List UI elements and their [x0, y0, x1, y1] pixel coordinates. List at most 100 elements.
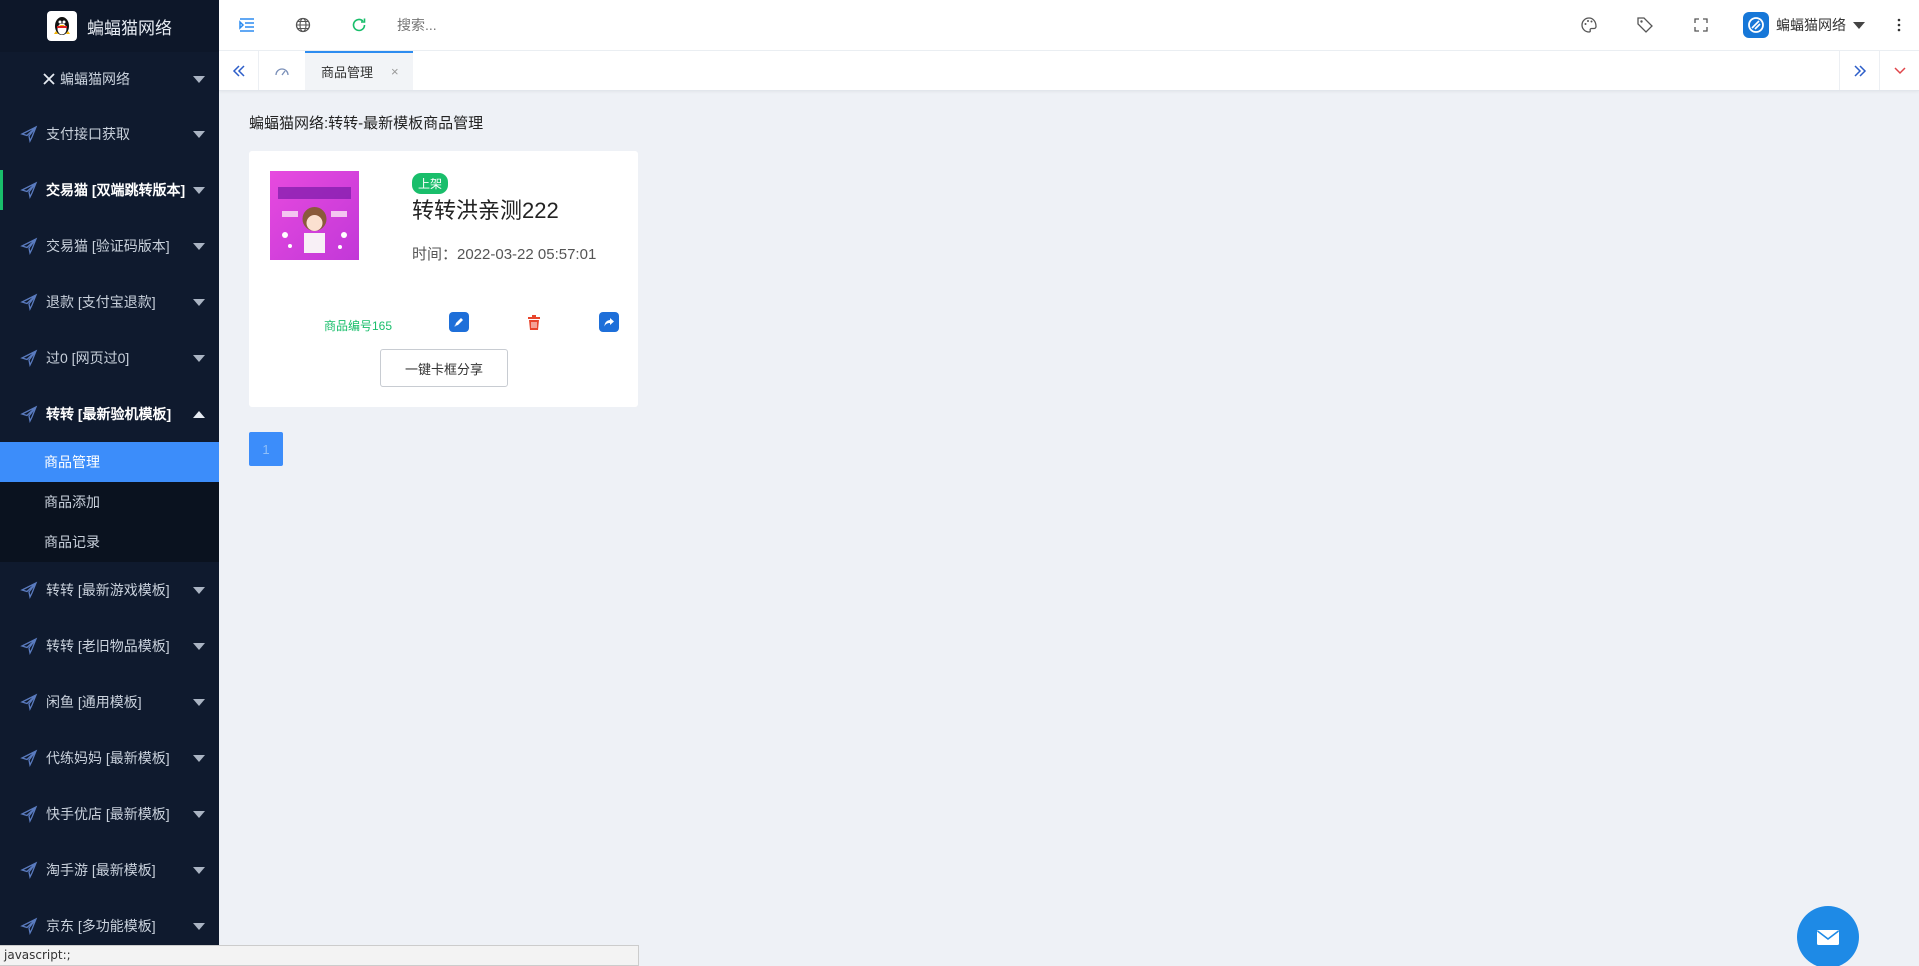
- trash-icon: [528, 315, 540, 330]
- browser-status-bar: javascript:;: [0, 945, 639, 966]
- sidebar-item-jiaoyimao-captcha[interactable]: 交易猫 [验证码版本]: [0, 218, 219, 274]
- submenu-item-product-add[interactable]: 商品添加: [0, 482, 219, 522]
- paper-plane-icon: [20, 405, 38, 423]
- sidebar-item-jiaoyimao-dual[interactable]: 交易猫 [双端跳转版本]: [0, 162, 219, 218]
- tab-bar-right: [1839, 51, 1919, 90]
- edit-button[interactable]: [449, 312, 469, 332]
- sidebar-item-label: 快手优店 [最新模板]: [46, 806, 170, 822]
- menu-toggle-button[interactable]: [219, 0, 275, 51]
- sidebar-item-taoshouyou[interactable]: 淘手游 [最新模板]: [0, 842, 219, 898]
- more-vertical-icon: [1897, 18, 1901, 32]
- theme-button[interactable]: [1561, 0, 1617, 51]
- caret-down-icon: [1853, 21, 1865, 29]
- sidebar-item-label: 支付接口获取: [46, 126, 130, 142]
- sidebar-item-label: 代练妈妈 [最新模板]: [46, 750, 170, 766]
- tag-button[interactable]: [1617, 0, 1673, 51]
- pencil-icon: [454, 318, 463, 327]
- close-x-icon: [42, 72, 56, 86]
- palette-icon: [1581, 17, 1597, 33]
- sidebar-item-payment-api[interactable]: 支付接口获取: [0, 106, 219, 162]
- caret-down-icon: [193, 586, 205, 594]
- caret-down-icon: [193, 810, 205, 818]
- product-id: 商品编号165: [324, 319, 393, 333]
- tab-close-icon[interactable]: ×: [391, 64, 399, 79]
- double-chevron-right-icon: [1853, 64, 1866, 77]
- sidebar-item-label: 过0 [网页过0]: [46, 350, 130, 366]
- caret-down-icon: [193, 866, 205, 874]
- submenu-item-product-manage[interactable]: 商品管理: [0, 442, 219, 482]
- sidebar-item-kuaishou[interactable]: 快手优店 [最新模板]: [0, 786, 219, 842]
- sidebar-item-home[interactable]: 蝙蝠猫网络: [0, 52, 219, 106]
- header-right: 蝙蝠猫网络: [1561, 0, 1919, 51]
- share-button[interactable]: [599, 312, 619, 332]
- tab-product-manage[interactable]: 商品管理 ×: [305, 51, 413, 90]
- message-fab-button[interactable]: [1797, 906, 1859, 966]
- more-button[interactable]: [1879, 0, 1919, 51]
- caret-down-icon: [193, 75, 205, 83]
- sidebar-item-zhuanzhuan-game[interactable]: 转转 [最新游戏模板]: [0, 562, 219, 618]
- user-avatar-icon: [1743, 12, 1769, 38]
- paper-plane-icon: [20, 237, 38, 255]
- top-header: 蝙蝠猫网络: [219, 0, 1919, 51]
- refresh-button[interactable]: [331, 0, 387, 51]
- paper-plane-icon: [20, 349, 38, 367]
- sidebar-item-guo0[interactable]: 过0 [网页过0]: [0, 330, 219, 386]
- tab-options-button[interactable]: [1879, 51, 1919, 90]
- product-thumbnail[interactable]: [270, 171, 359, 260]
- product-card: 上架 转转洪亲测222 时间：2022-03-22 05:57:01 商品编号1…: [249, 151, 638, 407]
- pagination-page-1[interactable]: 1: [249, 432, 283, 466]
- product-time: 时间：2022-03-22 05:57:01: [412, 246, 597, 263]
- paper-plane-icon: [20, 581, 38, 599]
- caret-down-icon: [193, 130, 205, 138]
- user-name: 蝙蝠猫网络: [1776, 17, 1846, 33]
- product-title: 转转洪亲测222: [412, 198, 559, 223]
- paper-plane-icon: [20, 293, 38, 311]
- sidebar-item-zhuanzhuan-old[interactable]: 转转 [老旧物品模板]: [0, 618, 219, 674]
- envelope-icon: [1817, 930, 1839, 945]
- sidebar-item-label: 淘手游 [最新模板]: [46, 862, 156, 878]
- dashboard-icon: [275, 67, 289, 75]
- sidebar-logo[interactable]: 蝙蝠猫网络: [0, 0, 219, 52]
- tab-home[interactable]: [259, 51, 305, 90]
- globe-icon: [295, 17, 311, 33]
- paper-plane-icon: [20, 861, 38, 879]
- sidebar-item-label: 转转 [最新游戏模板]: [46, 582, 170, 598]
- caret-down-icon: [193, 354, 205, 362]
- product-image: [270, 171, 359, 260]
- tab-scroll-right-button[interactable]: [1839, 51, 1879, 90]
- sidebar-item-xianyu[interactable]: 闲鱼 [通用模板]: [0, 674, 219, 730]
- indent-icon: [239, 18, 254, 32]
- one-click-share-button[interactable]: 一键卡框分享: [380, 349, 508, 387]
- tab-scroll-left-button[interactable]: [219, 51, 259, 90]
- sidebar-item-refund[interactable]: 退款 [支付宝退款]: [0, 274, 219, 330]
- sidebar-item-dailianmama[interactable]: 代练妈妈 [最新模板]: [0, 730, 219, 786]
- paper-plane-icon: [20, 917, 38, 935]
- delete-button[interactable]: [524, 312, 544, 332]
- paper-plane-icon: [20, 181, 38, 199]
- search-input[interactable]: [397, 10, 697, 40]
- user-menu[interactable]: 蝙蝠猫网络: [1729, 12, 1879, 38]
- sidebar-item-label: 交易猫 [双端跳转版本]: [46, 182, 186, 198]
- caret-down-icon: [193, 922, 205, 930]
- language-button[interactable]: [275, 0, 331, 51]
- sidebar-item-label: 退款 [支付宝退款]: [46, 294, 156, 310]
- fullscreen-button[interactable]: [1673, 0, 1729, 51]
- qq-penguin-icon: [47, 11, 77, 41]
- sidebar-item-zhuanzhuan-inspection[interactable]: 转转 [最新验机模板]: [0, 386, 219, 442]
- paper-plane-icon: [20, 693, 38, 711]
- main-content: 蝙蝠猫网络:转转-最新模板商品管理 上架 转转洪亲测222 时间：2022-03…: [219, 92, 1919, 966]
- sidebar-item-label: 京东 [多功能模板]: [46, 918, 156, 934]
- sidebar-item-label: 转转 [老旧物品模板]: [46, 638, 170, 654]
- sidebar-item-label: 交易猫 [验证码版本]: [46, 238, 170, 254]
- caret-up-icon: [193, 410, 205, 418]
- app-title: 蝙蝠猫网络: [87, 18, 172, 38]
- chevron-down-icon: [1893, 66, 1906, 74]
- share-arrow-icon: [604, 318, 614, 327]
- tab-label: 商品管理: [321, 65, 374, 80]
- status-badge: 上架: [412, 173, 449, 194]
- sidebar-item-label: 转转 [最新验机模板]: [46, 406, 172, 422]
- sidebar-item-label: 闲鱼 [通用模板]: [46, 694, 142, 710]
- submenu-item-product-records[interactable]: 商品记录: [0, 522, 219, 562]
- caret-down-icon: [193, 642, 205, 650]
- double-chevron-left-icon: [232, 64, 245, 77]
